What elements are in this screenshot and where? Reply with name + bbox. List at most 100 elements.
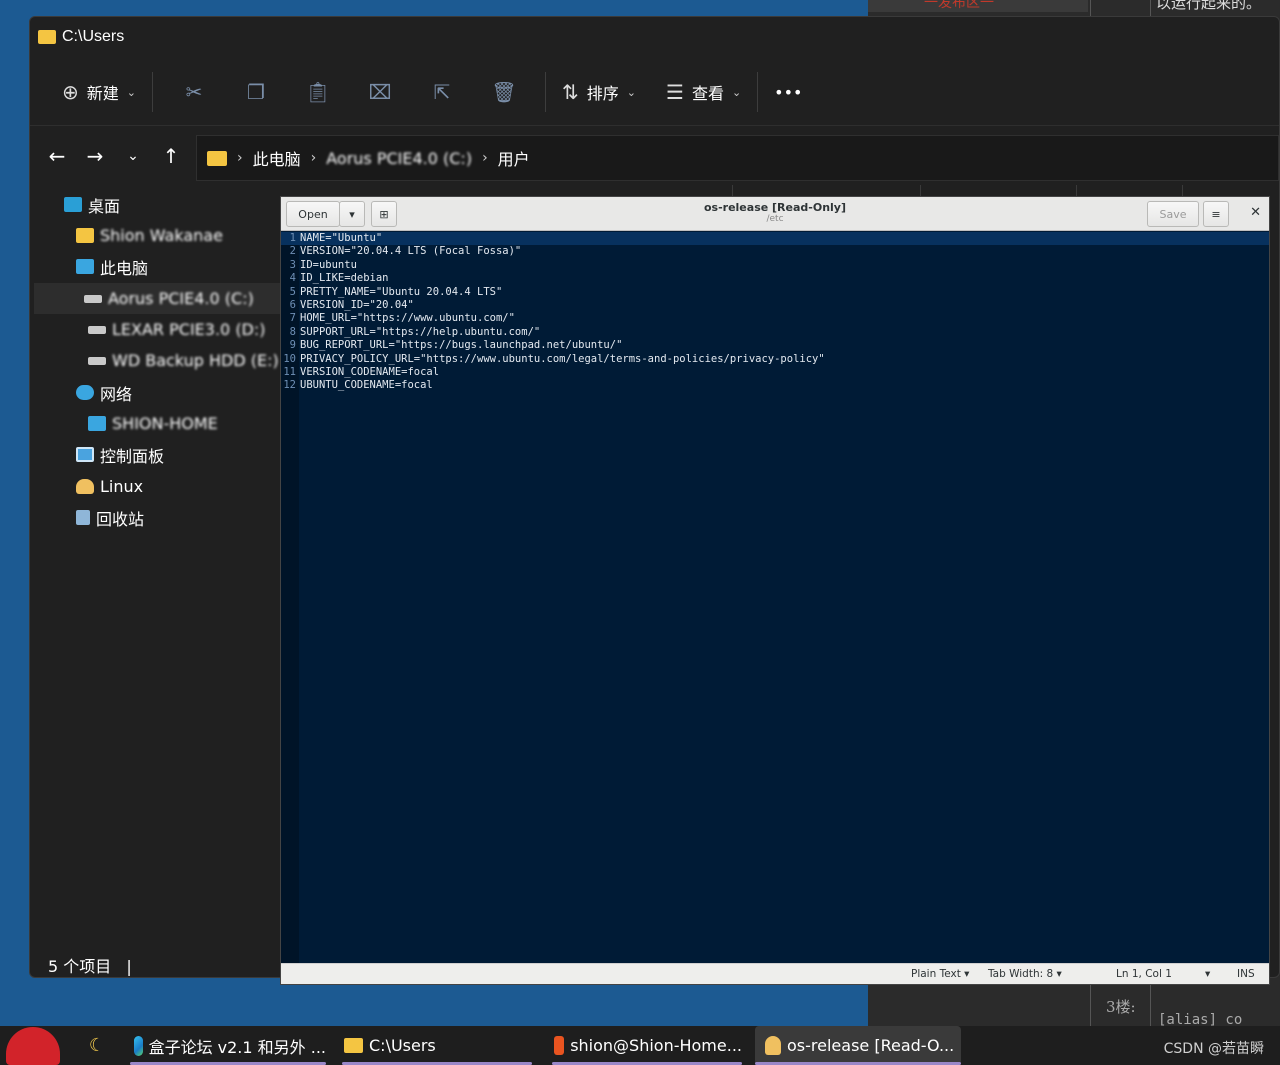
line-number: 9 (289, 339, 296, 352)
share-button[interactable]: ⇱ (411, 72, 473, 112)
code-line[interactable]: 9 BUG_REPORT_URL="https://bugs.launchpad.… (281, 339, 1269, 352)
sidebar-item-network-computer[interactable]: SHION-HOME (88, 408, 218, 439)
taskbar-item-explorer[interactable]: C:\Users (342, 1026, 532, 1065)
taskbar-item-edge[interactable]: 盒子论坛 v2.1 和另外 ... (130, 1026, 326, 1065)
taskbar: ☾ 盒子论坛 v2.1 和另外 ... C:\Users shion@Shion… (0, 1026, 1280, 1065)
new-label: 新建 (86, 84, 119, 103)
breadcrumb-item[interactable]: Aorus PCIE4.0 (C:) (326, 149, 472, 168)
breadcrumb-item[interactable]: 此电脑 (253, 146, 301, 170)
sidebar-item-drive-e[interactable]: WD Backup HDD (E:) (88, 345, 279, 376)
line-number: 5 (289, 285, 296, 298)
text-editor-area[interactable]: 1 NAME="Ubuntu" 2 VERSION="20.04.4 LTS (Foc… (281, 232, 1269, 963)
syntax-language-selector[interactable]: Plain Text ▾ (911, 968, 969, 980)
gedit-header-bar[interactable]: Open ▾ ⊞ os-release [Read-Only] /etc Sav… (281, 197, 1269, 231)
taskbar-item-terminal[interactable]: shion@Shion-Home... (552, 1026, 742, 1065)
desktop-icon (64, 197, 82, 212)
tab-width-selector[interactable]: Tab Width: 8 ▾ (988, 968, 1062, 980)
rename-button[interactable]: ⌧ (349, 72, 411, 112)
text-cursor: | (126, 957, 132, 976)
code-text: VERSION="20.04.4 LTS (Focal Fossa)" (300, 245, 522, 258)
code-line[interactable]: 12 UBUNTU_CODENAME=focal (281, 379, 1269, 392)
new-button[interactable]: ⊕ 新建 ⌄ (56, 72, 142, 112)
recent-locations-chevron-icon[interactable]: ⌄ (114, 148, 152, 164)
sidebar-item-label: LEXAR PCIE3.0 (D:) (112, 320, 266, 339)
control-panel-icon (76, 447, 94, 462)
code-text: UBUNTU_CODENAME=focal (300, 379, 433, 392)
line-number: 2 (289, 245, 296, 258)
trash-icon: 🗑︎ (491, 80, 517, 104)
chevron-right-icon: › (482, 150, 488, 166)
sort-button[interactable]: ⇅ 排序 ⌄ (556, 72, 642, 112)
copy-icon: ❐ (247, 80, 265, 104)
line-number: 4 (289, 272, 296, 285)
drive-icon (88, 325, 106, 334)
back-arrow-icon[interactable]: ← (38, 144, 76, 168)
sidebar-item-recycle-bin[interactable]: 回收站 (76, 502, 144, 533)
night-mode-button[interactable]: ☾ (82, 1026, 112, 1065)
hamburger-menu-button[interactable]: ≡ (1203, 201, 1229, 227)
code-text: SUPPORT_URL="https://help.ubuntu.com/" (300, 325, 541, 338)
toolbar-divider (545, 72, 546, 112)
sidebar-item-drive-d[interactable]: LEXAR PCIE3.0 (D:) (88, 314, 266, 345)
toolbar-divider (152, 72, 153, 112)
address-bar[interactable]: › 此电脑 › Aorus PCIE4.0 (C:) › 用户 (196, 135, 1279, 181)
cut-button[interactable]: ✂ (163, 72, 225, 112)
code-text: BUG_REPORT_URL="https://bugs.launchpad.n… (300, 339, 623, 352)
code-line[interactable]: 3 ID=ubuntu (281, 259, 1269, 272)
folder-icon (207, 150, 227, 166)
sidebar-item-label: 桌面 (88, 196, 121, 216)
cursor-position[interactable]: Ln 1, Col 1 (1116, 968, 1172, 980)
sidebar-item-network[interactable]: 网络 (76, 377, 132, 408)
code-text: NAME="Ubuntu" (300, 232, 383, 244)
line-number: 3 (289, 258, 296, 271)
view-button[interactable]: ☰ 查看 ⌄ (660, 72, 747, 112)
more-options-button[interactable]: ••• (768, 72, 808, 112)
code-line[interactable]: 6 VERSION_ID="20.04" (281, 299, 1269, 312)
angry-bird-app-button[interactable] (6, 1026, 66, 1065)
close-icon[interactable]: ✕ (1250, 205, 1261, 220)
forward-arrow-icon[interactable]: → (76, 144, 114, 168)
position-dropdown-arrow-icon[interactable]: ▾ (1205, 968, 1210, 980)
up-arrow-icon[interactable]: ↑ (152, 144, 190, 168)
code-line[interactable]: 10 PRIVACY_POLICY_URL="https://www.ubuntu… (281, 353, 1269, 366)
hamburger-menu-icon: ≡ (1211, 207, 1221, 221)
taskbar-item-gedit[interactable]: os-release [Read-O... (755, 1026, 961, 1065)
ubuntu-icon (554, 1036, 565, 1055)
copy-button[interactable]: ❐ (225, 72, 287, 112)
sidebar-item-drive-c[interactable]: Aorus PCIE4.0 (C:) (34, 283, 280, 314)
line-number: 12 (283, 379, 296, 392)
code-line[interactable]: 4 ID_LIKE=debian (281, 272, 1269, 285)
breadcrumb-item[interactable]: 用户 (498, 146, 530, 170)
taskbar-item-label: C:\Users (369, 1036, 436, 1055)
taskbar-item-label: 盒子论坛 v2.1 和另外 ... (148, 1037, 326, 1057)
code-line[interactable]: 7 HOME_URL="https://www.ubuntu.com/" (281, 312, 1269, 325)
code-text: PRETTY_NAME="Ubuntu 20.04.4 LTS" (300, 285, 503, 298)
code-line[interactable]: 8 SUPPORT_URL="https://help.ubuntu.com/" (281, 326, 1269, 339)
sidebar-item-desktop[interactable]: 桌面 (64, 189, 120, 220)
code-line[interactable]: 2 VERSION="20.04.4 LTS (Focal Fossa)" (281, 245, 1269, 258)
taskbar-item-label: shion@Shion-Home... (570, 1036, 742, 1055)
chevron-right-icon: › (310, 150, 317, 166)
code-line[interactable]: 5 PRETTY_NAME="Ubuntu 20.04.4 LTS" (281, 286, 1269, 299)
save-button[interactable]: Save (1147, 201, 1199, 227)
item-count: 5 个项目 (48, 957, 112, 976)
paste-button[interactable]: 📋︎ (287, 72, 349, 112)
line-number: 1 (289, 232, 296, 244)
sidebar-item-control-panel[interactable]: 控制面板 (76, 439, 164, 470)
toolbar-divider (757, 72, 759, 112)
sidebar-item-this-pc[interactable]: 此电脑 (76, 251, 148, 282)
computer-icon (88, 416, 106, 431)
sidebar-item-label: SHION-HOME (112, 414, 218, 433)
delete-button[interactable]: 🗑︎ (473, 72, 535, 112)
code-line[interactable]: 11 VERSION_CODENAME=focal (281, 366, 1269, 379)
rename-icon: ⌧ (368, 80, 392, 104)
sidebar-item-user-folder[interactable]: Shion Wakanae (76, 220, 223, 251)
sidebar-item-linux[interactable]: Linux (76, 471, 143, 502)
sort-label: 排序 (586, 84, 619, 103)
code-line[interactable]: 1 NAME="Ubuntu" (281, 232, 1269, 246)
explorer-title-bar[interactable]: C:\Users (30, 17, 1279, 57)
recycle-bin-icon (76, 510, 90, 525)
folder-icon (76, 228, 94, 243)
line-number: 6 (289, 298, 296, 311)
sidebar-item-label: 此电脑 (100, 258, 149, 278)
